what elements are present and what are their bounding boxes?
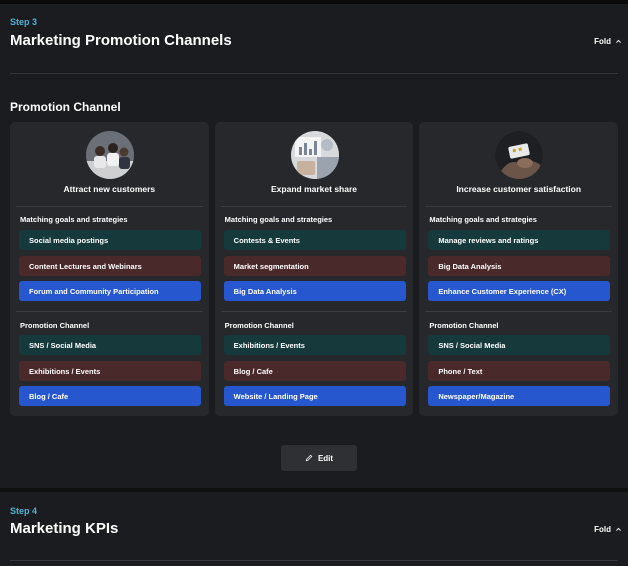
channel-chip: Blog / Cafe [223, 361, 406, 381]
chevron-up-icon [616, 527, 621, 531]
channels-label: Promotion Channel [429, 321, 499, 330]
card-divider [425, 206, 613, 207]
goal-chip: Contests & Events [223, 230, 406, 250]
card-divider [425, 311, 613, 312]
chevron-up-icon [616, 39, 621, 43]
goal-chip: Big Data Analysis [223, 281, 406, 301]
channel-chip: Newspaper/Magazine [428, 386, 611, 406]
card-divider [16, 206, 203, 207]
edit-button[interactable]: Edit [281, 445, 357, 471]
fold-label: Fold [594, 37, 611, 46]
card-title: Expand market share [271, 184, 357, 194]
goals-label: Matching goals and strategies [224, 215, 333, 224]
goal-chip: Social media postings [19, 230, 201, 250]
step3-fold-button[interactable]: Fold [594, 37, 622, 46]
card-divider [220, 311, 408, 312]
channels-label: Promotion Channel [20, 321, 90, 330]
channel-chip: SNS / Social Media [428, 335, 611, 355]
promotion-cards: Attract new customers Matching goals and… [10, 122, 619, 416]
pencil-icon [305, 454, 313, 462]
goal-chip: Manage reviews and ratings [428, 230, 611, 250]
step4-title: Marketing KPIs [10, 520, 119, 537]
card-increase-customer-satisfaction: Increase customer satisfaction Matching … [419, 122, 619, 416]
goal-chip: Forum and Community Participation [19, 281, 201, 301]
edit-label: Edit [317, 453, 334, 463]
card-title: Increase customer satisfaction [456, 184, 582, 194]
card-divider [220, 206, 408, 207]
promotion-channel-heading: Promotion Channel [10, 100, 121, 114]
goal-chip: Market segmentation [223, 256, 406, 276]
channel-chip: Exhibitions / Events [19, 361, 201, 381]
channel-chip: Exhibitions / Events [223, 335, 406, 355]
step4-section: Step 4 Marketing KPIs Fold [0, 492, 628, 566]
card-avatar [86, 131, 134, 179]
channels-label: Promotion Channel [224, 321, 294, 330]
goal-chip: Enhance Customer Experience (CX) [428, 281, 611, 301]
goals-label: Matching goals and strategies [20, 215, 128, 224]
card-title: Attract new customers [63, 184, 156, 194]
step4-label: Step 4 [10, 506, 38, 516]
step3-label: Step 3 [10, 17, 38, 27]
step3-divider [10, 73, 618, 74]
card-expand-market-share: Expand market share Matching goals and s… [214, 122, 414, 416]
channel-chip: Website / Landing Page [223, 386, 406, 406]
step4-divider [10, 560, 618, 561]
channel-chip: Blog / Cafe [19, 386, 201, 406]
card-avatar [495, 131, 544, 179]
step3-title: Marketing Promotion Channels [10, 32, 232, 49]
fold-label: Fold [594, 525, 611, 534]
step3-section: Step 3 Marketing Promotion Channels Fold… [0, 4, 628, 488]
step4-fold-button[interactable]: Fold [594, 525, 622, 534]
channel-chip: SNS / Social Media [19, 335, 201, 355]
goals-label: Matching goals and strategies [429, 215, 537, 224]
card-avatar [290, 131, 339, 179]
card-divider [16, 311, 203, 312]
card-attract-new-customers: Attract new customers Matching goals and… [10, 122, 209, 416]
channel-chip: Phone / Text [428, 361, 611, 381]
goal-chip: Content Lectures and Webinars [19, 256, 201, 276]
goal-chip: Big Data Analysis [428, 256, 611, 276]
